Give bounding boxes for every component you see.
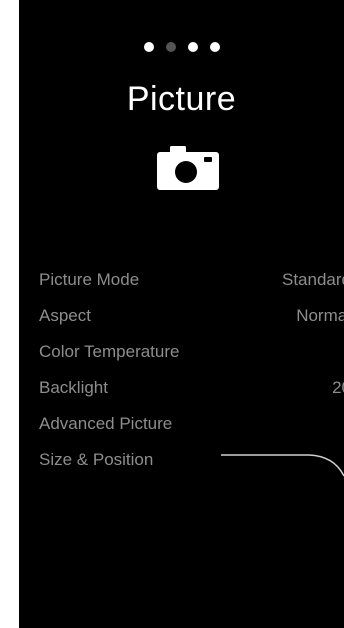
menu-item-advanced-picture[interactable]: Advanced Picture: [39, 406, 344, 442]
menu-item-label: Advanced Picture: [39, 414, 173, 433]
page-dot-4[interactable]: [209, 42, 220, 52]
page-dot-2[interactable]: [165, 42, 176, 52]
menu-item-value: 20: [332, 378, 344, 397]
menu-item-label: Color Temperature: [39, 342, 180, 361]
menu-item-backlight[interactable]: Backlight 20: [39, 370, 344, 406]
menu-item-label: Picture Mode: [39, 270, 140, 289]
menu-item-value: Normal: [296, 306, 344, 325]
page-title: Picture: [126, 80, 237, 118]
connector-line: [221, 454, 344, 477]
menu-item-value: Standard: [282, 270, 344, 289]
page-dot-3[interactable]: [187, 42, 198, 52]
menu-item-color-temperature[interactable]: Color Temperature: [39, 334, 344, 370]
page-indicator: [19, 42, 344, 52]
menu-item-label: Backlight: [39, 378, 108, 397]
menu-item-picture-mode[interactable]: Picture Mode Standard: [39, 262, 344, 298]
page-dot-1[interactable]: [143, 42, 154, 52]
camera-icon: [157, 146, 219, 190]
menu-item-aspect[interactable]: Aspect Normal: [39, 298, 344, 334]
menu-item-label: Size & Position: [39, 450, 154, 469]
tv-settings-panel: Picture Picture Mode Standard Aspect Nor…: [19, 0, 344, 628]
menu-item-label: Aspect: [39, 306, 91, 325]
